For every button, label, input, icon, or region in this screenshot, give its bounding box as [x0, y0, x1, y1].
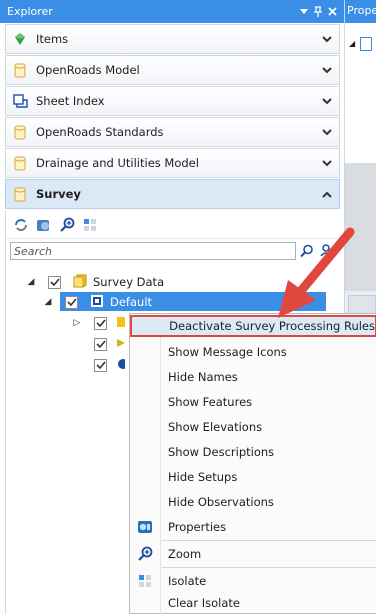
checkbox[interactable]	[48, 275, 61, 289]
collapse-arrow-icon[interactable]: ◢	[43, 297, 53, 307]
menu-item-isolate[interactable]: Isolate	[130, 570, 376, 592]
section-openroads-model[interactable]: OpenRoads Model	[5, 55, 340, 85]
menu-separator	[162, 540, 376, 541]
database-icon	[12, 155, 28, 171]
properties-empty-area	[345, 163, 376, 291]
chevron-down-icon[interactable]	[321, 159, 333, 167]
menu-item-zoom[interactable]: Zoom	[130, 543, 376, 565]
menu-item-show-descriptions[interactable]: Show Descriptions	[130, 441, 376, 463]
chevron-down-icon[interactable]	[321, 128, 333, 136]
section-label: Items	[36, 32, 69, 46]
section-openroads-standards[interactable]: OpenRoads Standards	[5, 117, 340, 147]
search-options-icon[interactable]	[318, 242, 336, 260]
folder-icon	[73, 274, 87, 291]
menu-item-label: Hide Names	[168, 370, 238, 384]
checkbox[interactable]	[94, 358, 107, 372]
dropdown-icon[interactable]	[297, 8, 311, 15]
properties-icon	[130, 516, 160, 538]
chevron-down-icon[interactable]	[321, 66, 333, 74]
isolate-icon[interactable]	[80, 215, 99, 234]
menu-item-label: Show Message Icons	[168, 345, 287, 359]
menu-item-show-elevations[interactable]: Show Elevations	[130, 416, 376, 438]
sheet-index-icon	[12, 93, 28, 109]
database-icon	[12, 62, 28, 78]
field-book-icon	[90, 294, 104, 311]
database-icon	[12, 124, 28, 140]
menu-item-hide-names[interactable]: Hide Names	[130, 366, 376, 388]
menu-item-deactivate-survey-processing-rules[interactable]: Deactivate Survey Processing Rules	[130, 315, 376, 337]
items-icon	[12, 31, 28, 47]
chevron-down-icon[interactable]	[321, 97, 333, 105]
properties-item-icon	[360, 37, 372, 51]
menu-item-label: Deactivate Survey Processing Rules	[169, 319, 375, 333]
section-label: OpenRoads Standards	[36, 125, 164, 139]
folder-icon	[117, 316, 125, 331]
tree-node-survey-data[interactable]: ◢ Survey Data	[26, 272, 164, 292]
menu-item-properties[interactable]: Properties	[130, 516, 376, 538]
observation-icon	[117, 358, 128, 373]
menu-item-hide-observations[interactable]: Hide Observations	[130, 491, 376, 513]
explorer-title: Explorer	[7, 5, 53, 18]
menu-item-label: Show Features	[168, 395, 253, 409]
search-row	[6, 239, 341, 263]
section-label: OpenRoads Model	[36, 63, 140, 77]
isolate-icon	[130, 570, 160, 592]
database-icon	[12, 186, 28, 202]
properties-body: ◢	[345, 23, 376, 163]
explorer-titlebar: Explorer	[0, 0, 344, 23]
expand-arrow-icon[interactable]: ▷	[72, 318, 82, 328]
section-survey[interactable]: Survey	[5, 179, 340, 209]
tree-node-child[interactable]	[94, 334, 125, 354]
checkbox[interactable]	[94, 337, 107, 351]
menu-item-clear-isolate[interactable]: Clear Isolate	[130, 592, 376, 614]
section-label: Survey	[36, 187, 81, 201]
menu-item-label: Hide Setups	[168, 470, 238, 484]
feature-icon	[117, 337, 125, 352]
tree-node-label: Survey Data	[93, 275, 165, 289]
refresh-icon[interactable]	[11, 215, 30, 234]
collapse-arrow-icon[interactable]: ◢	[26, 277, 36, 287]
section-label: Sheet Index	[36, 94, 105, 108]
section-label: Drainage and Utilities Model	[36, 156, 199, 170]
section-sheet-index[interactable]: Sheet Index	[5, 86, 340, 116]
menu-item-label: Show Descriptions	[168, 445, 275, 459]
menu-item-label: Show Elevations	[168, 420, 263, 434]
tree-node-child[interactable]	[94, 355, 128, 375]
properties-title: Properties	[345, 0, 376, 23]
context-menu: Deactivate Survey Processing Rules Show …	[129, 313, 376, 614]
search-icon[interactable]	[298, 242, 316, 260]
menu-item-hide-setups[interactable]: Hide Setups	[130, 466, 376, 488]
menu-item-label: Isolate	[168, 574, 207, 588]
tree-node-default[interactable]: ◢ Default	[43, 292, 338, 312]
survey-toolbar	[6, 211, 341, 239]
checkbox[interactable]	[94, 316, 107, 330]
menu-item-label: Properties	[168, 520, 227, 534]
close-icon[interactable]	[325, 7, 339, 16]
search-input[interactable]	[10, 242, 296, 260]
menu-item-label: Hide Observations	[168, 495, 274, 509]
pin-icon[interactable]	[311, 6, 325, 17]
section-items[interactable]: Items	[5, 24, 340, 54]
chevron-up-icon[interactable]	[321, 191, 333, 198]
tree-node-label: Default	[110, 295, 153, 309]
menu-item-label: Clear Isolate	[168, 596, 240, 610]
zoom-icon	[130, 543, 160, 565]
menu-separator	[162, 567, 376, 568]
chevron-down-icon[interactable]	[321, 35, 333, 43]
survey-data-icon[interactable]	[34, 215, 53, 234]
zoom-icon[interactable]	[57, 215, 76, 234]
tree-node-child[interactable]: ▷	[72, 313, 125, 333]
section-drainage-utilities[interactable]: Drainage and Utilities Model	[5, 148, 340, 178]
checkbox[interactable]	[65, 295, 78, 309]
menu-item-show-features[interactable]: Show Features	[130, 391, 376, 413]
menu-item-show-message-icons[interactable]: Show Message Icons	[130, 341, 376, 363]
menu-item-label: Zoom	[168, 547, 202, 561]
collapse-arrow-icon[interactable]: ◢	[349, 39, 355, 48]
